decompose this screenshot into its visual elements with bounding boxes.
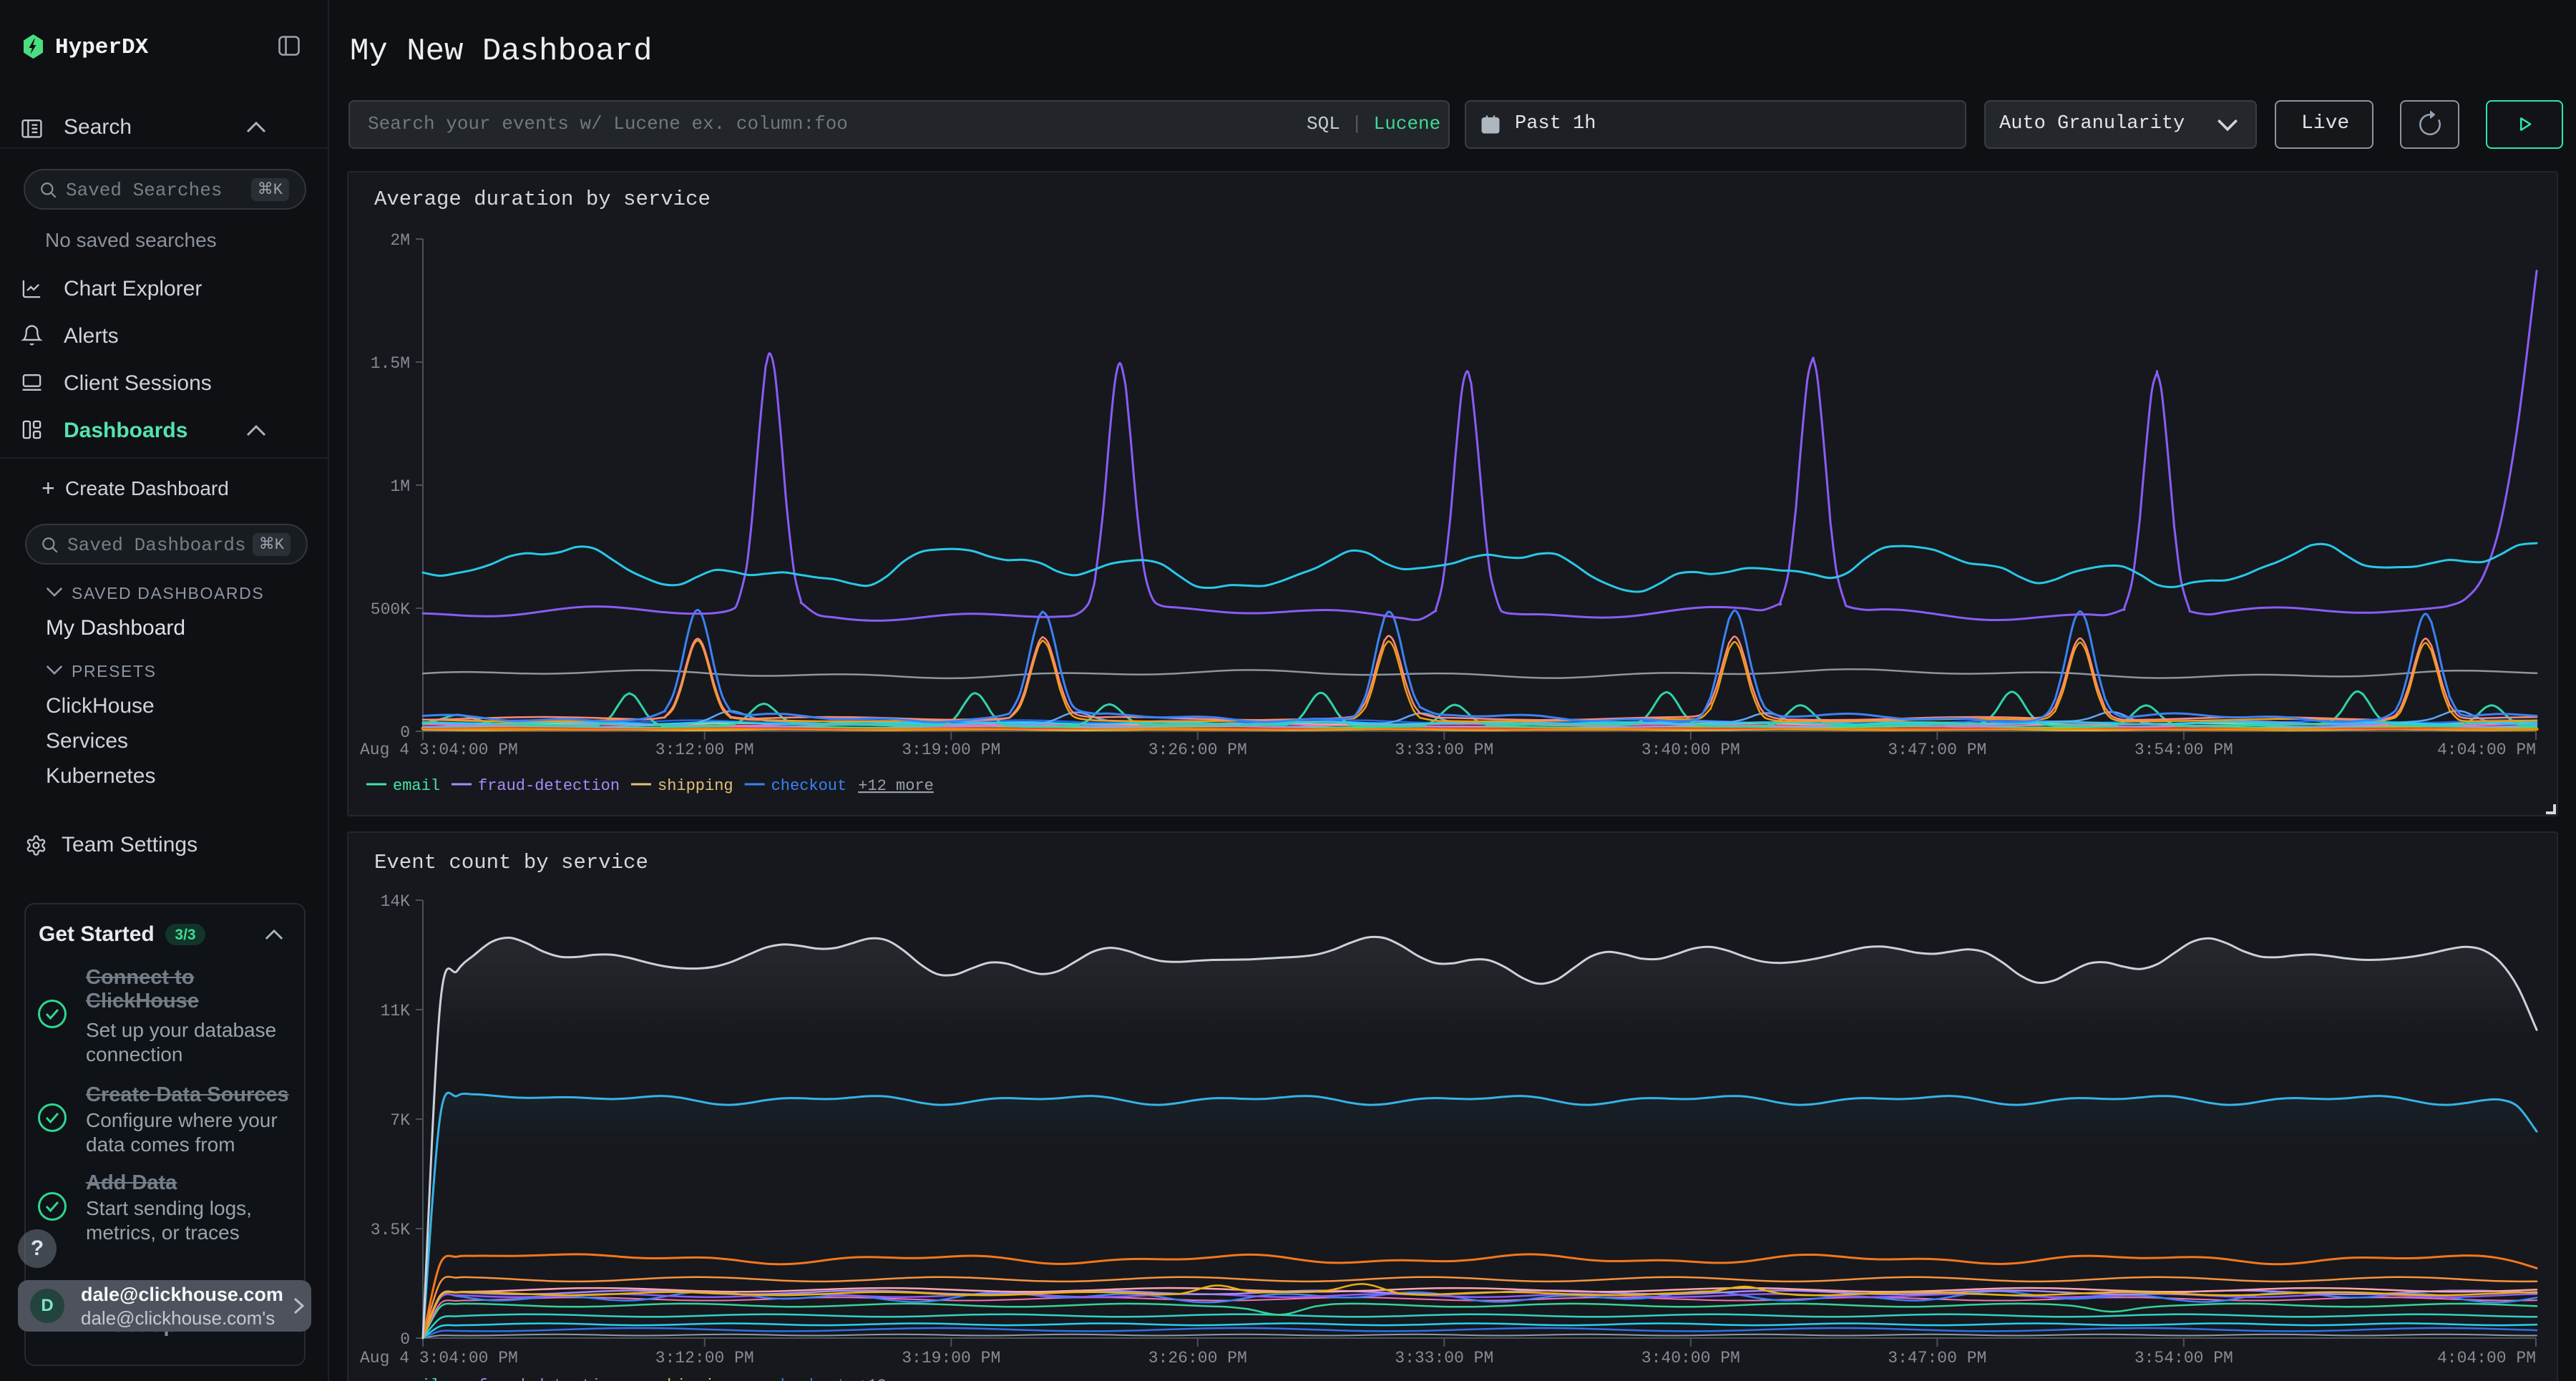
svg-text:checkout: checkout bbox=[771, 1377, 847, 1381]
svg-text:3:47:00 PM: 3:47:00 PM bbox=[1888, 1349, 1986, 1367]
svg-text:Average duration by service: Average duration by service bbox=[374, 187, 711, 211]
svg-text:3:12:00 PM: 3:12:00 PM bbox=[655, 1349, 754, 1367]
svg-text:3:40:00 PM: 3:40:00 PM bbox=[1641, 1349, 1740, 1367]
svg-text:Event count by service: Event count by service bbox=[374, 851, 648, 874]
svg-text:1M: 1M bbox=[390, 477, 410, 496]
svg-text:7K: 7K bbox=[390, 1111, 410, 1130]
svg-text:3:47:00 PM: 3:47:00 PM bbox=[1888, 741, 1986, 759]
svg-text:Aug 4 3:04:00 PM: Aug 4 3:04:00 PM bbox=[360, 1349, 518, 1367]
svg-text:3:19:00 PM: 3:19:00 PM bbox=[902, 1349, 1000, 1367]
svg-text:shipping: shipping bbox=[658, 1377, 733, 1381]
svg-text:3:26:00 PM: 3:26:00 PM bbox=[1148, 1349, 1247, 1367]
svg-text:+12 more: +12 more bbox=[858, 1377, 934, 1381]
svg-text:3:26:00 PM: 3:26:00 PM bbox=[1148, 741, 1247, 759]
svg-text:3:19:00 PM: 3:19:00 PM bbox=[902, 741, 1000, 759]
svg-text:fraud-detection: fraud-detection bbox=[478, 777, 620, 795]
svg-text:4:04:00 PM: 4:04:00 PM bbox=[2437, 741, 2536, 759]
svg-text:1.5M: 1.5M bbox=[371, 354, 410, 373]
svg-text:3:40:00 PM: 3:40:00 PM bbox=[1641, 741, 1740, 759]
svg-text:3.5K: 3.5K bbox=[371, 1221, 410, 1239]
svg-text:shipping: shipping bbox=[658, 777, 733, 795]
svg-text:fraud-detection: fraud-detection bbox=[478, 1377, 620, 1381]
svg-text:Aug 4 3:04:00 PM: Aug 4 3:04:00 PM bbox=[360, 741, 518, 759]
svg-text:500K: 500K bbox=[371, 600, 410, 619]
svg-text:checkout: checkout bbox=[771, 777, 847, 795]
svg-text:0: 0 bbox=[400, 1330, 410, 1349]
svg-text:3:54:00 PM: 3:54:00 PM bbox=[2135, 741, 2233, 759]
svg-text:2M: 2M bbox=[390, 231, 410, 250]
svg-text:0: 0 bbox=[400, 723, 410, 742]
svg-text:3:54:00 PM: 3:54:00 PM bbox=[2135, 1349, 2233, 1367]
svg-text:+12 more: +12 more bbox=[858, 777, 934, 795]
svg-text:4:04:00 PM: 4:04:00 PM bbox=[2437, 1349, 2536, 1367]
svg-text:email: email bbox=[393, 777, 440, 795]
svg-text:3:12:00 PM: 3:12:00 PM bbox=[655, 741, 754, 759]
svg-text:3:33:00 PM: 3:33:00 PM bbox=[1395, 1349, 1493, 1367]
svg-text:14K: 14K bbox=[381, 892, 411, 911]
svg-text:3:33:00 PM: 3:33:00 PM bbox=[1395, 741, 1493, 759]
svg-text:email: email bbox=[393, 1377, 440, 1381]
svg-text:11K: 11K bbox=[381, 1002, 411, 1020]
